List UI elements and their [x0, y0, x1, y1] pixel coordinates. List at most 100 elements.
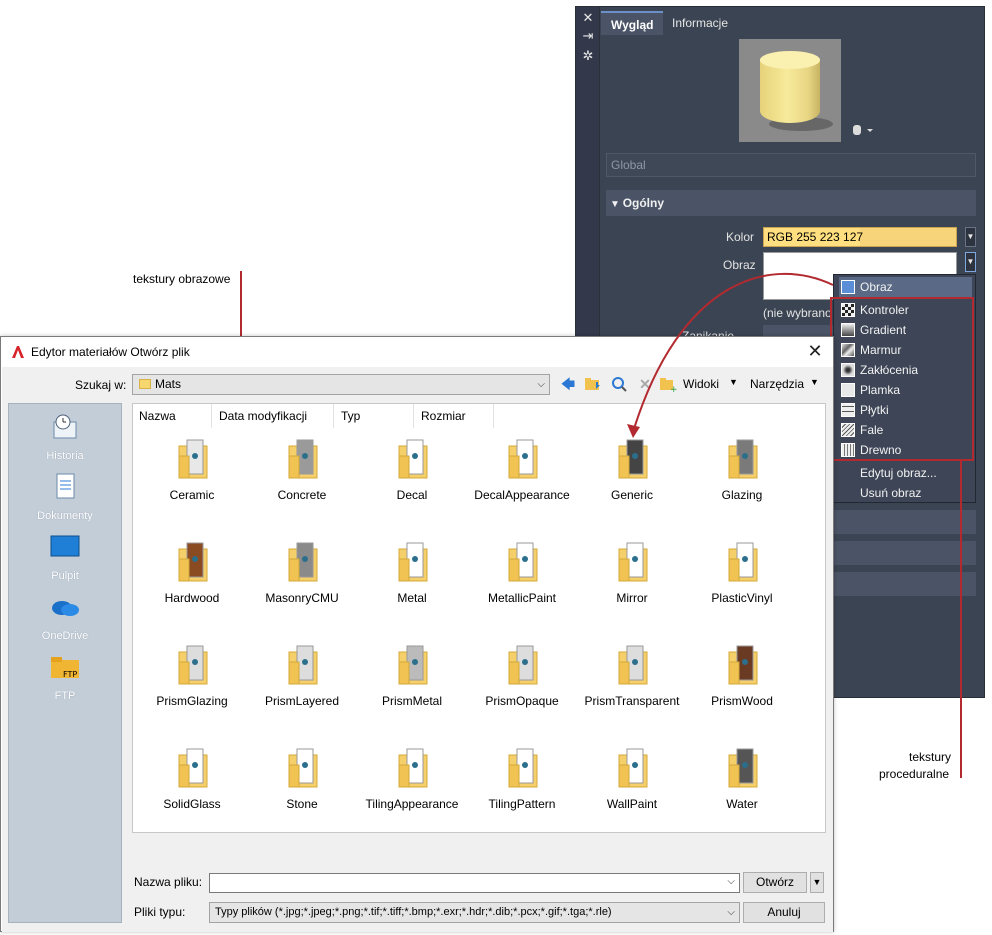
new-folder-icon[interactable]: +	[659, 375, 678, 395]
folder-item[interactable]: PlasticVinyl	[687, 541, 797, 621]
folder-item[interactable]: TilingAppearance	[357, 747, 467, 827]
folder-item[interactable]: SolidGlass	[137, 747, 247, 827]
folder-item[interactable]: Concrete	[247, 438, 357, 518]
folder-item[interactable]: PrismWood	[687, 644, 797, 724]
folder-label: PrismLayered	[264, 694, 340, 708]
tab-information[interactable]: Informacje	[662, 11, 738, 35]
look-in-value: Mats	[155, 377, 182, 391]
color-value: RGB 255 223 127	[767, 230, 864, 244]
desktop-icon	[50, 535, 80, 557]
svg-text:+: +	[670, 385, 677, 393]
folder-item[interactable]: Generic	[577, 438, 687, 518]
folder-label: MetallicPaint	[487, 591, 557, 605]
tools-menu-button[interactable]: Narzędzia	[750, 377, 804, 391]
filetype-combo[interactable]: Typy plików (*.jpg;*.jpeg;*.png;*.tif;*.…	[209, 902, 740, 923]
look-in-combo[interactable]: Mats ⌵	[132, 374, 550, 395]
folder-label: Concrete	[277, 488, 327, 502]
chevron-down-icon[interactable]: ⌵	[727, 876, 735, 887]
chevron-down-icon: ⌵	[727, 907, 735, 918]
folder-icon	[618, 748, 648, 788]
filename-label: Nazwa pliku:	[134, 875, 203, 889]
folder-icon	[728, 645, 758, 685]
annotation-image-textures: tekstury obrazowe	[133, 272, 231, 286]
folder-item[interactable]: Stone	[247, 747, 357, 827]
folder-icon	[728, 439, 758, 479]
filetype-value: Typy plików (*.jpg;*.jpeg;*.png;*.tif;*.…	[215, 906, 612, 918]
settings-icon[interactable]: ✲	[581, 49, 595, 63]
folder-icon	[398, 439, 428, 479]
places-bar: Historia Dokumenty Pulpit OneDrive FTP F…	[8, 403, 122, 923]
folder-label: PrismTransparent	[584, 694, 680, 708]
folder-icon	[728, 748, 758, 788]
folder-label: MasonryCMU	[265, 591, 339, 605]
column-header-size[interactable]: Rozmiar	[415, 404, 494, 428]
color-dropdown-button[interactable]: ▼	[965, 227, 976, 247]
folder-item[interactable]: Hardwood	[137, 541, 247, 621]
folder-icon	[139, 379, 151, 389]
global-field[interactable]: Global	[606, 153, 976, 177]
folder-item[interactable]: MetallicPaint	[467, 541, 577, 621]
menu-item-remove-image[interactable]: Usuń obraz	[839, 483, 972, 503]
collapse-triangle-icon: ▼	[610, 199, 623, 210]
cancel-button[interactable]: Anuluj	[743, 902, 825, 923]
close-icon[interactable]: ✕	[581, 11, 595, 25]
up-folder-icon[interactable]	[584, 375, 602, 393]
folder-label: Decal	[396, 488, 428, 502]
column-header-name[interactable]: Nazwa	[133, 404, 212, 428]
material-preview-swatch	[739, 39, 841, 142]
folder-label: Mirror	[616, 591, 648, 605]
folder-item[interactable]: WallPaint	[577, 747, 687, 827]
folder-item[interactable]: Metal	[357, 541, 467, 621]
views-menu-button[interactable]: Widoki	[683, 377, 719, 391]
folder-label: WallPaint	[606, 797, 658, 811]
folder-item[interactable]: MasonryCMU	[247, 541, 357, 621]
folder-item[interactable]: PrismLayered	[247, 644, 357, 724]
color-field[interactable]: RGB 255 223 127	[763, 227, 957, 247]
ftp-folder-icon: FTP	[51, 657, 79, 679]
folder-item[interactable]: Ceramic	[137, 438, 247, 518]
folder-label: PrismGlazing	[156, 694, 228, 708]
folder-label: Hardwood	[164, 591, 220, 605]
folder-icon	[508, 542, 538, 582]
dialog-titlebar: Edytor materiałów Otwórz plik ✕	[1, 337, 833, 367]
folder-item[interactable]: PrismOpaque	[467, 644, 577, 724]
svg-text:FTP: FTP	[63, 670, 77, 679]
pin-icon[interactable]: ⇥	[581, 29, 595, 43]
folder-icon	[178, 645, 208, 685]
open-button[interactable]: Otwórz	[743, 872, 807, 893]
folder-icon	[618, 439, 648, 479]
folder-item[interactable]: Glazing	[687, 438, 797, 518]
search-web-icon[interactable]	[610, 375, 628, 393]
folder-item[interactable]: Decal	[357, 438, 467, 518]
back-arrow-icon[interactable]: 🡄	[559, 375, 577, 393]
chevron-down-icon[interactable]: ▼	[729, 377, 738, 387]
close-icon[interactable]: ✕	[805, 341, 825, 361]
open-button-dropdown[interactable]: ▼	[810, 872, 824, 893]
section-general-header[interactable]: ▼ Ogólny	[606, 190, 976, 216]
folder-item[interactable]: DecalAppearance	[467, 438, 577, 518]
look-in-label: Szukaj w:	[75, 378, 127, 392]
folder-label: Water	[726, 797, 758, 811]
folder-label: Ceramic	[169, 488, 215, 502]
folder-item[interactable]: Mirror	[577, 541, 687, 621]
folder-item[interactable]: PrismTransparent	[577, 644, 687, 724]
procedural-textures-highlight	[830, 297, 974, 461]
image-dropdown-button[interactable]: ▼	[965, 252, 976, 272]
chevron-down-icon[interactable]: ▼	[810, 377, 819, 387]
column-header-date-modified[interactable]: Data modyfikacji	[213, 404, 334, 428]
filename-input[interactable]: ⌵	[209, 873, 740, 893]
folder-item[interactable]: PrismMetal	[357, 644, 467, 724]
column-header-type[interactable]: Typ	[335, 404, 414, 428]
menu-item-image[interactable]: Obraz	[839, 277, 972, 297]
menu-item-edit-image[interactable]: Edytuj obraz...	[839, 463, 972, 483]
folder-item[interactable]: PrismGlazing	[137, 644, 247, 724]
folder-icon	[178, 439, 208, 479]
tab-appearance[interactable]: Wygląd	[601, 11, 664, 35]
delete-icon[interactable]: ✕	[636, 375, 654, 393]
preview-options-button[interactable]	[852, 123, 878, 137]
folder-item[interactable]: TilingPattern	[467, 747, 577, 827]
folder-item[interactable]: Water	[687, 747, 797, 827]
folder-label: SolidGlass	[163, 797, 221, 811]
folder-label: Stone	[286, 797, 318, 811]
folder-label: TilingAppearance	[365, 797, 459, 811]
